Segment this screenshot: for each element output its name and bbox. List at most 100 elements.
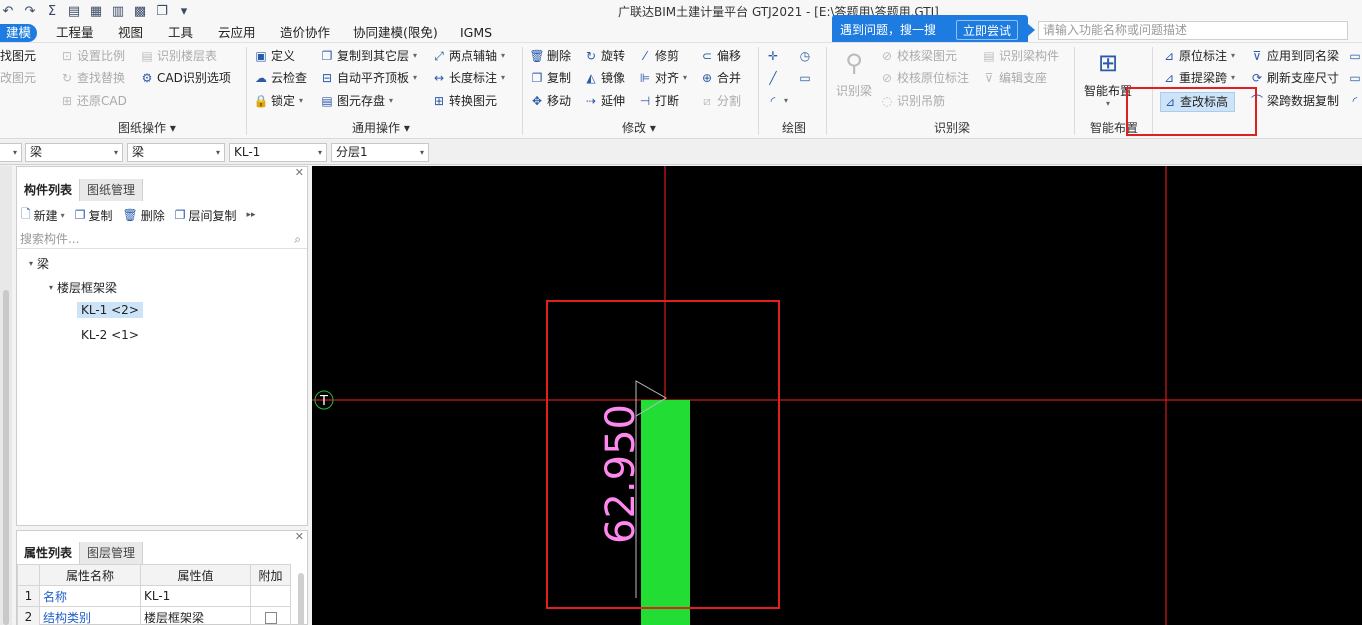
property-name-cell[interactable]: 结构类别 (39, 606, 141, 625)
more-tools-button[interactable]: ▸▸ (247, 210, 256, 220)
find-element-button[interactable]: 找图元 (0, 46, 36, 66)
set-scale-button[interactable]: ⊡ 设置比例 (60, 46, 125, 66)
film-icon[interactable]: ▩ (132, 3, 148, 19)
extra-checkbox[interactable] (264, 611, 277, 624)
split-button[interactable]: ⧄ 分割 (700, 91, 741, 111)
auto-align-slab-button[interactable]: ⊟ 自动平齐顶板 ▾ (320, 68, 417, 88)
group-label-drawing-ops[interactable]: 图纸操作 ▾ (118, 119, 176, 136)
identify-hanger-button[interactable]: ◌ 识别吊筋 (880, 91, 945, 111)
tree-item-kl2[interactable]: KL-2 <1> (81, 328, 139, 342)
sum-icon[interactable]: Σ (44, 3, 60, 19)
tab-quantity[interactable]: 工程量 (56, 24, 94, 42)
rotate-button[interactable]: ↻ 旋转 (584, 46, 625, 66)
close-icon[interactable]: ✕ (295, 166, 304, 179)
grid-icon[interactable]: ▦ (88, 3, 104, 19)
report-icon[interactable]: ▤ (66, 3, 82, 19)
move-button[interactable]: ✥ 移动 (530, 91, 571, 111)
element-save-button[interactable]: ▤ 图元存盘 ▾ (320, 91, 393, 111)
tab-layer-management[interactable]: 图层管理 (80, 542, 144, 564)
mirror-button[interactable]: ◭ 镜像 (584, 68, 625, 88)
lock-button[interactable]: 🔒 锁定 ▾ (254, 91, 304, 111)
recognize-beam-button[interactable]: ⚲ 识别梁 (834, 46, 874, 99)
beam-element[interactable] (641, 400, 690, 625)
refresh-support-button[interactable]: ⟳ 刷新支座尺寸 (1250, 68, 1339, 88)
length-dimension-button[interactable]: ↔ 长度标注 ▾ (432, 68, 505, 88)
copy-to-layer-button[interactable]: ❐ 复制到其它层 ▾ (320, 46, 417, 66)
table-icon[interactable]: ▥ (110, 3, 126, 19)
check-original-label-button[interactable]: ⊘ 校核原位标注 (880, 68, 969, 88)
tab-modeling[interactable]: 建模 (0, 24, 38, 42)
identify-beam-component-button[interactable]: ▤ 识别梁构件 (982, 46, 1059, 66)
cloud-check-button[interactable]: ☁ 云检查 (254, 68, 307, 88)
draw-line-button[interactable]: ╱ (766, 68, 780, 88)
span-data-copy-button[interactable]: ⌒ 梁跨数据复制 (1250, 91, 1339, 111)
try-now-button[interactable]: 立即尝试 (956, 20, 1019, 40)
copy-component-button[interactable]: ❐ 复制 (75, 207, 113, 224)
more-icon-1[interactable]: ▭ (1348, 46, 1362, 66)
function-search-input[interactable]: 请输入功能名称或问题描述 (1038, 21, 1348, 40)
filter-type-combo[interactable]: 梁 ▾ (127, 143, 225, 162)
draw-circle-button[interactable]: ◷ (798, 46, 812, 66)
tab-igms[interactable]: IGMS (460, 24, 492, 42)
interlayer-copy-button[interactable]: ❐ 层间复制 (175, 207, 237, 224)
group-label-modify[interactable]: 修改 ▾ (622, 119, 656, 136)
filter-component-combo[interactable]: KL-1 ▾ (229, 143, 327, 162)
two-point-axis-button[interactable]: ⤢ 两点辅轴 ▾ (432, 46, 505, 66)
apply-same-name-button[interactable]: ⊽ 应用到同名梁 (1250, 46, 1339, 66)
undo-icon[interactable]: ↶ (0, 3, 16, 19)
filter-category-combo[interactable]: 梁 ▾ (25, 143, 123, 162)
tab-drawing-management[interactable]: 图纸管理 (80, 179, 144, 201)
offset-button[interactable]: ⊂ 偏移 (700, 46, 741, 66)
new-component-button[interactable]: 🗋 新建 ▾ (21, 205, 65, 226)
left-scrollbar[interactable] (3, 290, 9, 625)
tree-node-frame-beam[interactable]: ▾ 楼层框架梁 (49, 279, 117, 296)
group-label-common-ops[interactable]: 通用操作 ▾ (352, 119, 410, 136)
define-button[interactable]: ▣ 定义 (254, 46, 295, 66)
in-situ-label-button[interactable]: ⊿ 原位标注 ▾ (1162, 46, 1235, 66)
tree-node-beam[interactable]: ▾ 梁 (29, 255, 49, 272)
property-scrollbar[interactable] (298, 573, 304, 625)
tab-collab-modeling[interactable]: 协同建模(限免) (353, 24, 438, 42)
property-value-cell[interactable]: 楼层框架梁 (140, 606, 251, 625)
merge-button[interactable]: ⊕ 合并 (700, 68, 741, 88)
convert-element-button[interactable]: ⊞ 转换图元 (432, 91, 497, 111)
break-button[interactable]: ⊣ 打断 (638, 91, 679, 111)
cad-options-button[interactable]: ⚙ CAD识别选项 (140, 68, 231, 88)
filter-layer-combo[interactable]: 分层1 ▾ (331, 143, 429, 162)
qat-dropdown-icon[interactable]: ▾ (176, 3, 192, 19)
component-search-input[interactable]: 搜索构件... ⌕ (17, 229, 307, 249)
edit-support-button[interactable]: ⊽ 编辑支座 (982, 68, 1047, 88)
draw-rect-button[interactable]: ▭ (798, 68, 812, 88)
check-beam-button[interactable]: ⊘ 校核梁图元 (880, 46, 957, 66)
elevation-label[interactable]: 62.950 (598, 404, 644, 544)
delete-component-button[interactable]: 🗑 删除 (122, 207, 164, 224)
identify-floor-table-button[interactable]: ▤ 识别楼层表 (140, 46, 217, 66)
drawing-canvas[interactable]: T 62.950 (312, 166, 1362, 625)
tab-property-list[interactable]: 属性列表 (17, 542, 81, 564)
tab-view[interactable]: 视图 (118, 24, 143, 42)
find-replace-button[interactable]: ↻ 查找替换 (60, 68, 125, 88)
extend-button[interactable]: ⇢ 延伸 (584, 91, 625, 111)
restore-cad-button[interactable]: ⊞ 还原CAD (60, 91, 127, 111)
copy-button[interactable]: ❐ 复制 (530, 68, 571, 88)
tab-cost-collab[interactable]: 造价协作 (280, 24, 330, 42)
draw-point-button[interactable]: ✛ (766, 46, 780, 66)
window-icon[interactable]: ❐ (154, 3, 170, 19)
draw-arc-button[interactable]: ◜ ▾ (766, 91, 788, 111)
tab-component-list[interactable]: 构件列表 (17, 179, 81, 201)
delete-button[interactable]: 🗑 删除 (529, 46, 571, 66)
align-button[interactable]: ⊫ 对齐 ▾ (638, 68, 687, 88)
redo-icon[interactable]: ↷ (22, 3, 38, 19)
change-element-button[interactable]: 改图元 (0, 68, 36, 88)
trim-button[interactable]: ⁄ 修剪 (638, 46, 679, 66)
tab-cloud[interactable]: 云应用 (218, 24, 256, 42)
re-extract-span-button[interactable]: ⊿ 重提梁跨 ▾ (1162, 68, 1235, 88)
property-value-cell[interactable]: KL-1 (140, 585, 251, 607)
close-icon[interactable]: ✕ (295, 530, 304, 543)
more-icon-2[interactable]: ▭ (1348, 68, 1362, 88)
property-name-cell[interactable]: 名称 (39, 585, 141, 607)
filter-floor-combo[interactable]: ▾ (0, 143, 22, 162)
more-icon-3[interactable]: ◜ (1348, 91, 1362, 111)
tree-item-kl1[interactable]: KL-1 <2> (77, 302, 143, 318)
tab-tools[interactable]: 工具 (168, 24, 193, 42)
